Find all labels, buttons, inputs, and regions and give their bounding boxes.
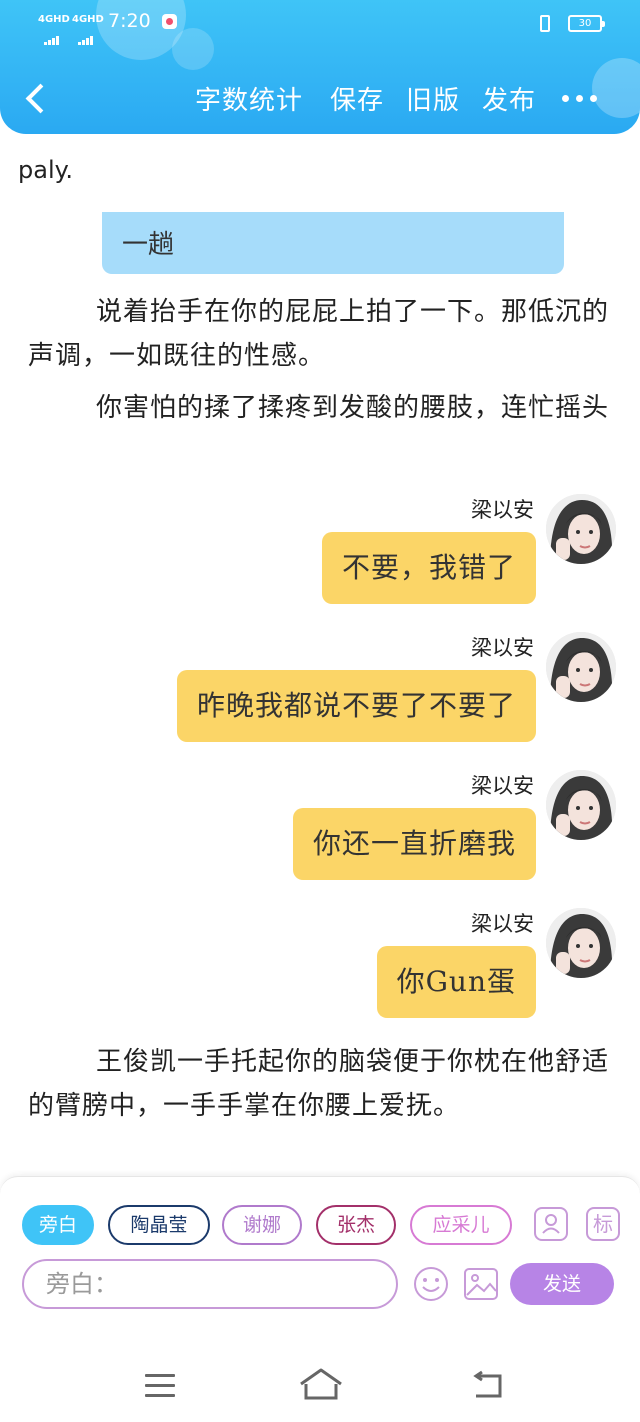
chat-bubble[interactable]: 你Gun蛋 [376,946,536,1018]
tag-button[interactable]: 标 [586,1207,620,1241]
menu-glyph [145,1374,175,1397]
sender-name: 梁以安 [471,774,534,798]
avatar[interactable] [546,494,616,564]
system-nav-bar [0,1346,640,1422]
signal-bars-icon [78,26,94,45]
home-glyph [300,1368,342,1400]
decor-bubble [592,58,640,118]
menu-icon[interactable] [142,1370,178,1400]
avatar[interactable] [546,908,616,978]
status-bar: 4GHD 4GHD 7:20 30 [0,0,640,46]
sender-name: 梁以安 [471,636,534,660]
chat-message: 梁以安 不要，我错了 [0,494,640,614]
composer: 旁白 陶晶莹 谢娜 张杰 应采儿 标 发送 [0,1176,640,1347]
person-card-glyph [542,1214,560,1234]
avatar-image [546,908,616,978]
narration-paragraph[interactable]: 王俊凯一手托起你的脑袋便于你枕在他舒适的臂膀中，一手手掌在你腰上爱抚。 [28,1040,612,1128]
old-version-button[interactable]: 旧版 [406,80,460,117]
story-content: paly. 一趟 说着抬手在你的屁屁上拍了一下。那低沉的声调，一如既往的性感。 … [0,134,640,1174]
narration-bubble-text: 一趟 [122,230,175,260]
signal-bars-icon [44,26,60,45]
image-icon[interactable] [462,1265,500,1303]
vibrate-icon [540,15,550,32]
chat-bubble[interactable]: 你还一直折磨我 [292,808,536,880]
sender-name: 梁以安 [471,912,534,936]
avatar-image [546,632,616,702]
more-icon[interactable] [562,94,598,104]
character-chip-narrator[interactable]: 旁白 [22,1205,94,1245]
back-glyph [473,1370,502,1398]
status-time: 7:20 [108,10,151,32]
character-chip[interactable]: 张杰 [316,1205,396,1245]
character-chip[interactable]: 陶晶莹 [108,1205,210,1245]
avatar-image [546,770,616,840]
chat-message: 梁以安 你Gun蛋 [0,908,640,1028]
sender-name: 梁以安 [471,498,534,522]
narration-paragraph[interactable]: 说着抬手在你的屁屁上拍了一下。那低沉的声调，一如既往的性感。 [28,290,612,378]
battery-icon: 30 [568,15,605,32]
signal-label: 4GHD [38,14,70,25]
avatar-image [546,494,616,564]
chat-bubble[interactable]: 不要，我错了 [321,532,536,604]
send-button[interactable]: 发送 [510,1263,614,1305]
character-chip[interactable]: 谢娜 [222,1205,302,1245]
person-card-icon[interactable] [534,1207,568,1241]
text-fragment: paly. [18,156,74,184]
smiley-icon[interactable] [412,1265,450,1303]
character-chip[interactable]: 应采儿 [410,1205,512,1245]
back-button[interactable] [20,78,54,118]
chat-message: 梁以安 昨晚我都说不要了不要了 [0,632,640,752]
narration-bubble[interactable]: 一趟 [102,212,564,274]
app-header: 4GHD 4GHD 7:20 30 字数统计 保存 旧版 发布 [0,0,640,134]
avatar[interactable] [546,632,616,702]
smiley-glyph [414,1267,448,1301]
save-button[interactable]: 保存 [330,80,384,117]
home-icon[interactable] [298,1366,344,1402]
signal-label: 4GHD [72,14,104,25]
chat-message: 梁以安 你还一直折磨我 [0,770,640,890]
image-glyph [464,1268,498,1300]
recording-icon [162,14,177,29]
message-input[interactable] [22,1259,398,1309]
avatar[interactable] [546,770,616,840]
chat-bubble[interactable]: 昨晚我都说不要了不要了 [176,670,536,742]
narration-paragraph[interactable]: 你害怕的揉了揉疼到发酸的腰肢，连忙摇头 [28,386,612,430]
back-icon[interactable] [470,1370,506,1400]
publish-button[interactable]: 发布 [482,80,536,117]
word-count-button[interactable]: 字数统计 [195,80,303,117]
